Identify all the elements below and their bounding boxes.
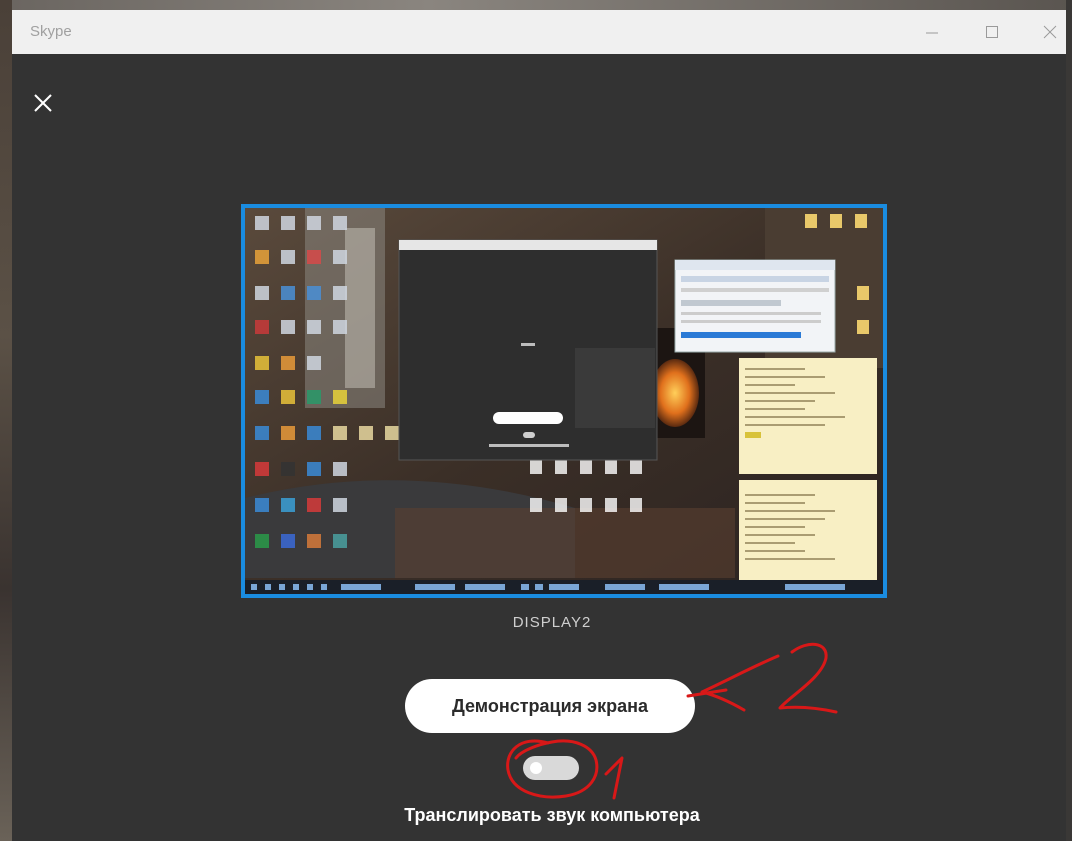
skype-window: Skype DISPLAY2 Демонстрация экрана Транс… (12, 10, 1066, 841)
maximize-button[interactable] (964, 10, 1020, 54)
computer-sound-label: Транслировать звук компьютера (404, 805, 700, 825)
screen-preview[interactable] (241, 204, 887, 598)
close-icon (34, 94, 52, 112)
display-name-label: DISPLAY2 (512, 614, 592, 631)
computer-sound-toggle[interactable] (523, 756, 579, 780)
minimize-button[interactable] (904, 10, 960, 54)
titlebar: Skype (12, 10, 1066, 54)
toggle-knob (530, 762, 542, 774)
background-strip-right (1066, 0, 1072, 841)
minimize-icon (926, 32, 938, 34)
close-panel-button[interactable] (28, 88, 58, 118)
window-close-button[interactable] (1022, 10, 1072, 54)
maximize-icon (986, 26, 998, 38)
close-icon (1043, 25, 1057, 39)
window-title: Skype (30, 23, 72, 40)
share-screen-button[interactable]: Демонстрация экрана (405, 679, 695, 733)
desktop-thumbnail (245, 208, 883, 594)
background-strip-left (0, 0, 12, 841)
background-strip-top (0, 0, 1072, 10)
